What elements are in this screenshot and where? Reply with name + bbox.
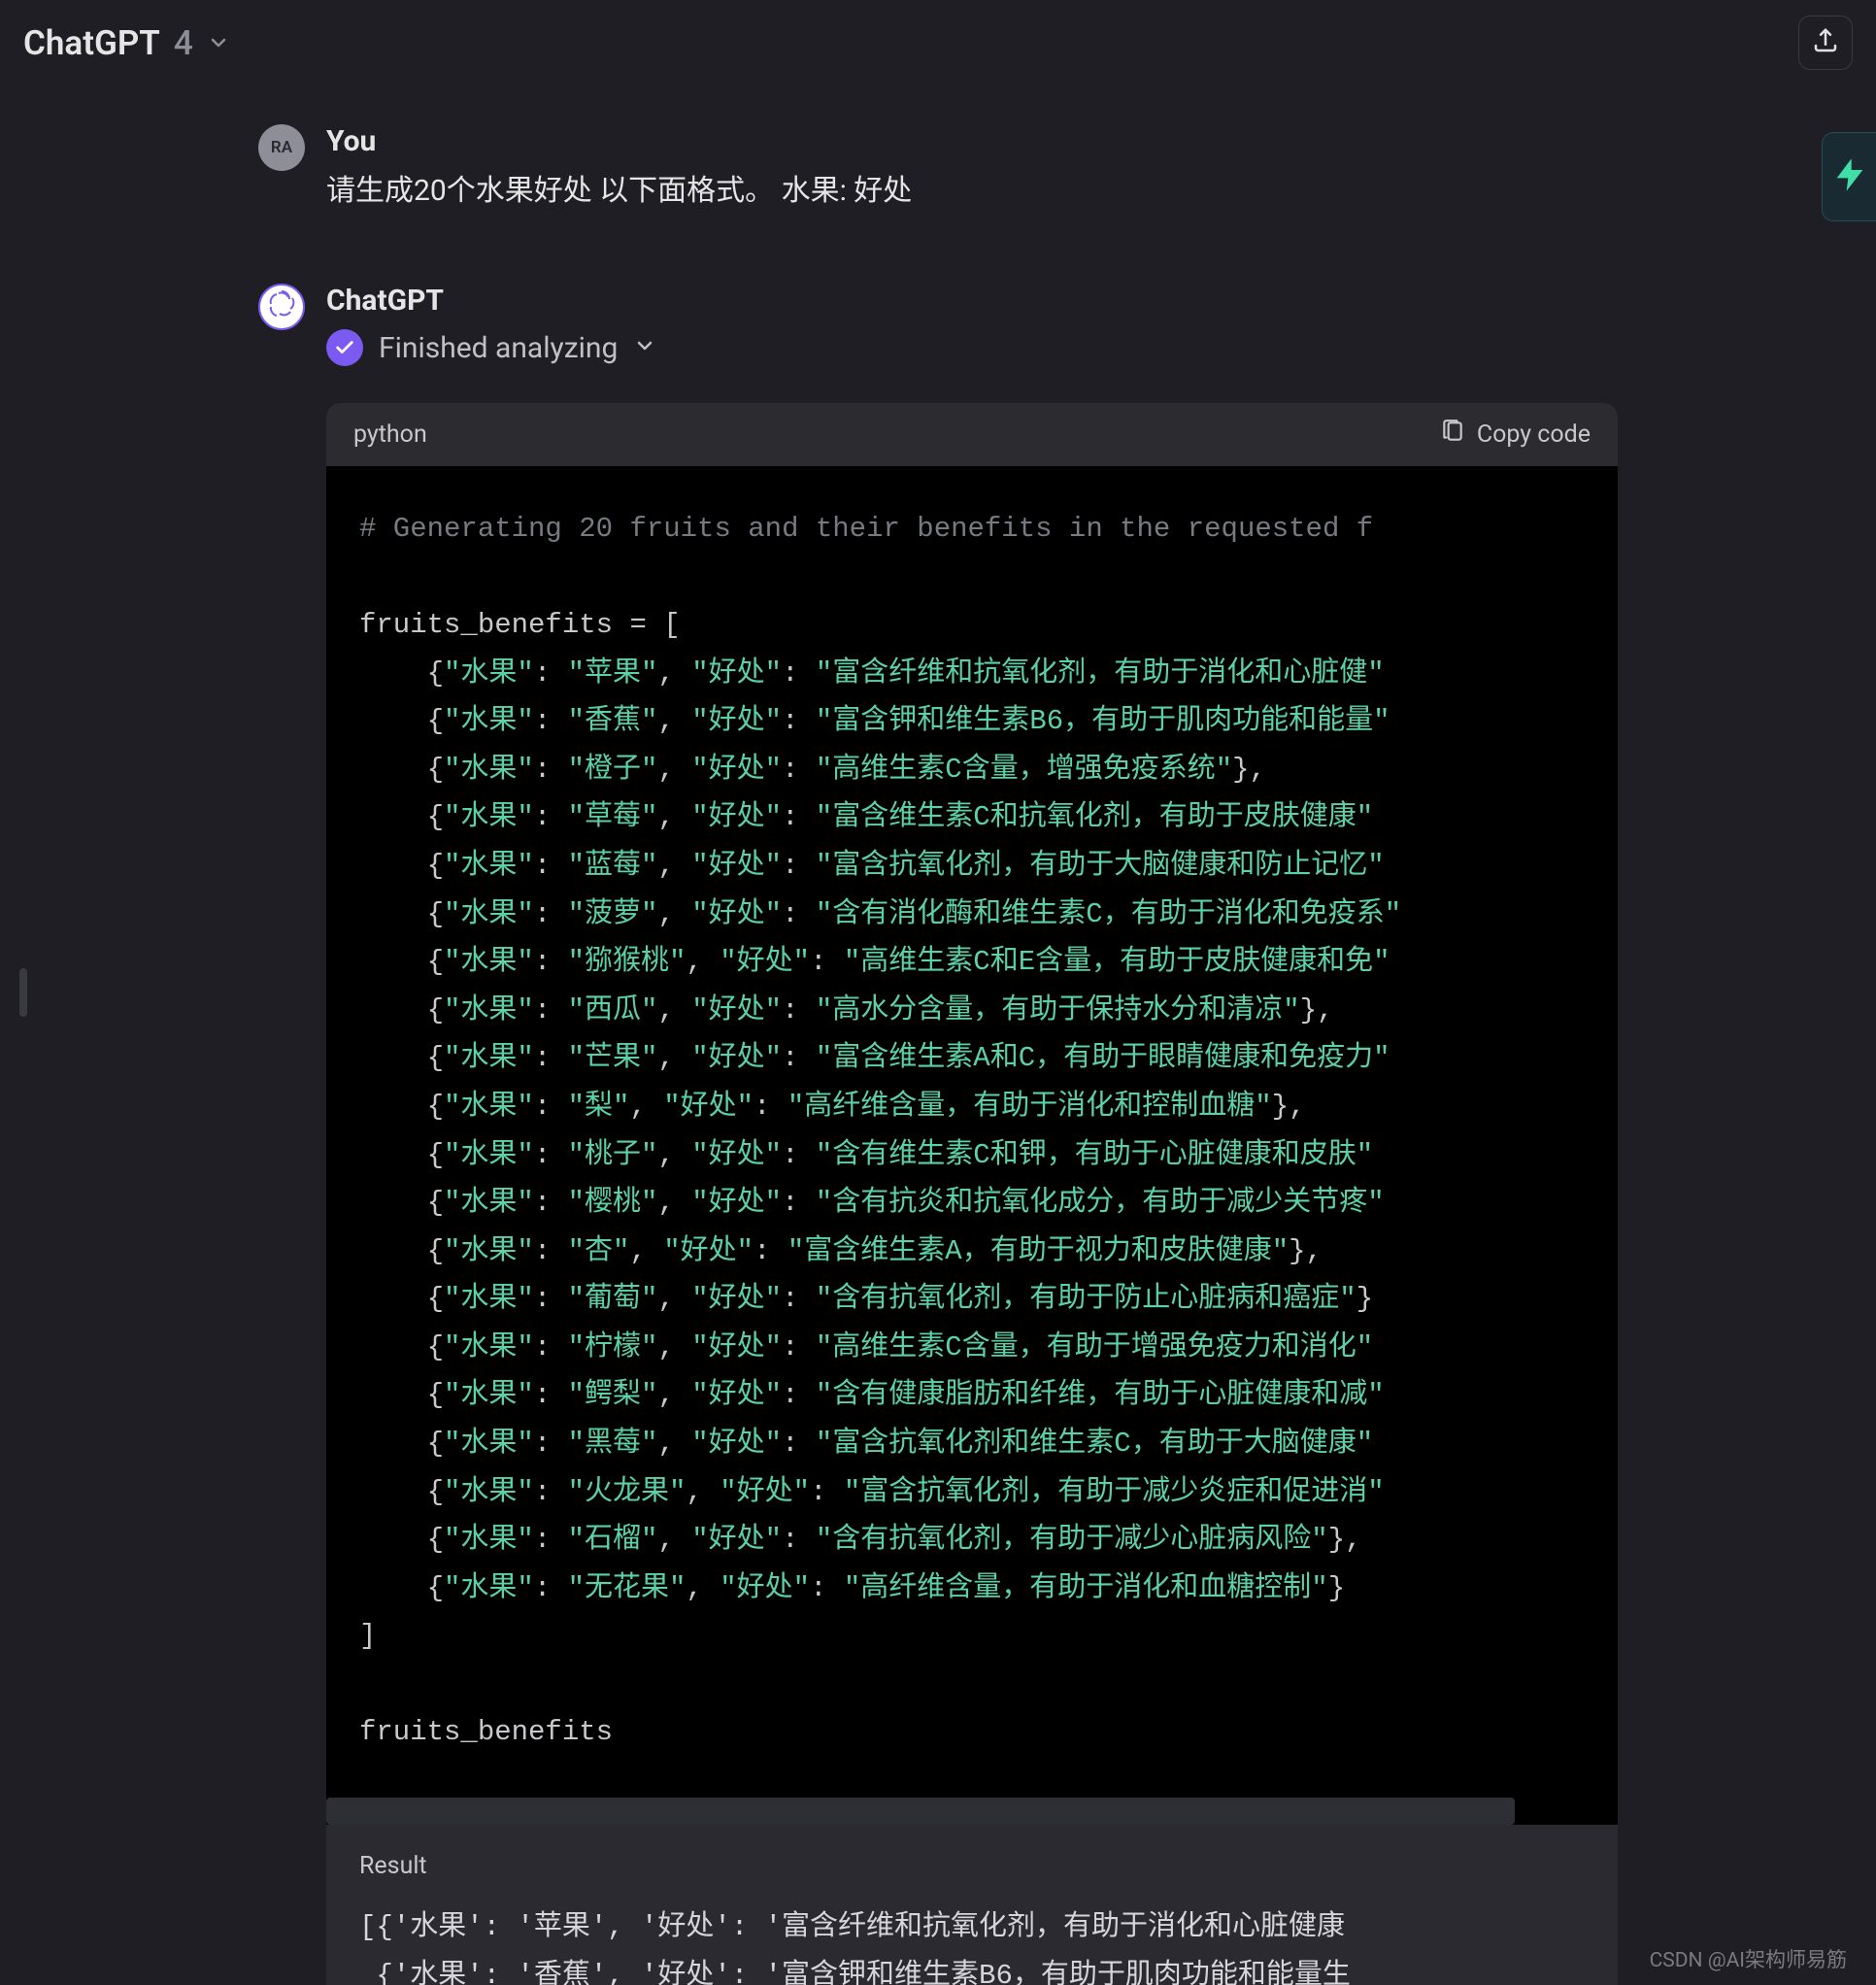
result-title: Result <box>359 1852 1585 1880</box>
user-name: You <box>326 124 1618 158</box>
user-turn: RA You 请生成20个水果好处 以下面格式。 水果: 好处 <box>258 124 1618 216</box>
upload-icon <box>1811 26 1840 59</box>
share-button[interactable] <box>1798 16 1853 70</box>
result-block: Result [{'水果': '苹果', '好处': '富含纤维和抗氧化剂，有助… <box>326 1825 1618 1985</box>
copy-code-button[interactable]: Copy code <box>1440 419 1591 451</box>
lightning-icon <box>1830 155 1869 198</box>
copy-label: Copy code <box>1477 421 1591 449</box>
chevron-down-icon <box>207 23 230 63</box>
clipboard-icon <box>1440 419 1465 451</box>
sidebar-handle[interactable] <box>19 968 27 1017</box>
openai-logo-icon <box>262 286 301 329</box>
assistant-turn: ChatGPT Finished analyzing python <box>258 284 1618 1985</box>
user-message: 请生成20个水果好处 以下面格式。 水果: 好处 <box>326 166 1618 216</box>
model-switcher[interactable]: ChatGPT 4 <box>23 23 230 63</box>
model-version: 4 <box>174 23 193 63</box>
code-block: python Copy code # Generating 20 fruits … <box>326 403 1618 1985</box>
avatar-initials: RA <box>271 138 292 157</box>
model-name: ChatGPT <box>23 23 160 63</box>
status-text: Finished analyzing <box>379 331 618 365</box>
user-avatar: RA <box>258 124 305 171</box>
chat-container: RA You 请生成20个水果好处 以下面格式。 水果: 好处 ChatGPT … <box>219 124 1657 1985</box>
side-badge[interactable] <box>1822 132 1876 221</box>
assistant-avatar <box>258 284 305 330</box>
code-content[interactable]: # Generating 20 fruits and their benefit… <box>326 466 1618 1825</box>
result-content[interactable]: [{'水果': '苹果', '好处': '富含纤维和抗氧化剂，有助于消化和心脏健… <box>359 1903 1585 1985</box>
watermark: CSDN @AI架构师易筋 <box>1650 1944 1847 1973</box>
code-language: python <box>353 421 427 449</box>
analysis-status[interactable]: Finished analyzing <box>326 329 1618 366</box>
assistant-name: ChatGPT <box>326 284 1618 318</box>
chevron-down-icon <box>633 331 656 365</box>
checkmark-icon <box>326 329 363 366</box>
horizontal-scrollbar[interactable] <box>326 1798 1618 1825</box>
